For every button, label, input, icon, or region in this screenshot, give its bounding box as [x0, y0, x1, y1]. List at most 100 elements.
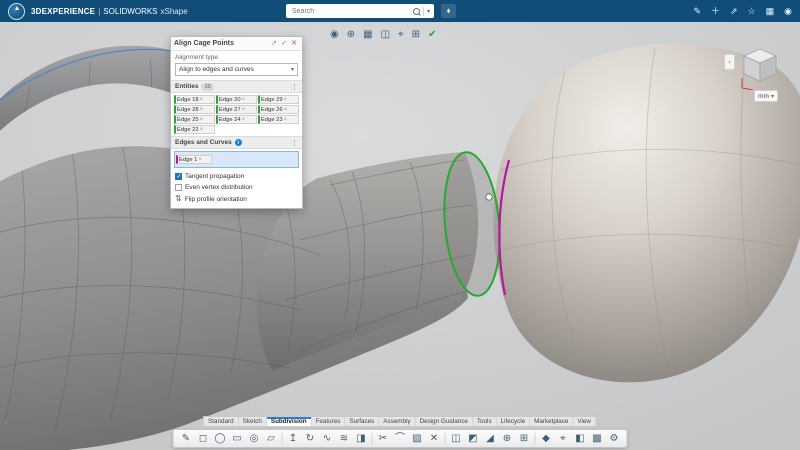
render-style-icon[interactable]: ⊕: [347, 30, 355, 40]
ribbon-tab[interactable]: Subdivision: [266, 417, 312, 426]
ribbon-tab[interactable]: Sketch: [239, 417, 267, 426]
entity-chip[interactable]: Edge 20: [216, 95, 257, 104]
plane-primitive-tool[interactable]: ▱: [265, 432, 278, 445]
sketch-tool[interactable]: ✎: [180, 432, 193, 445]
3dexperience-compass-icon[interactable]: [8, 2, 25, 20]
entity-chip[interactable]: Edge 26: [258, 105, 299, 114]
revolve-tool[interactable]: ↻: [304, 432, 317, 445]
units-dropdown[interactable]: mm: [754, 90, 778, 102]
remove-chip-icon[interactable]: [199, 107, 204, 113]
split-face-tool[interactable]: ✂: [377, 432, 390, 445]
dialog-header[interactable]: Align Cage Points ↗ ✓ ✕: [171, 37, 302, 51]
tangent-propagation-checkbox[interactable]: [175, 173, 182, 180]
loft-tool[interactable]: ≋: [338, 432, 351, 445]
ribbon-tab[interactable]: Assembly: [379, 417, 416, 426]
view-target-icon[interactable]: ⌖: [398, 30, 404, 40]
fill-face-tool[interactable]: ▨: [411, 432, 424, 445]
remove-chip-icon[interactable]: [199, 97, 204, 103]
section-view-icon[interactable]: ◫: [381, 30, 390, 40]
ribbon-tab[interactable]: Tools: [473, 417, 497, 426]
edges-curves-selection-field[interactable]: Edge 1: [174, 151, 299, 168]
ribbon-tab[interactable]: Lifecycle: [497, 417, 531, 426]
ribbon-tab[interactable]: Surfaces: [345, 417, 380, 426]
even-vertex-checkbox[interactable]: [175, 184, 182, 191]
align-points-tool[interactable]: ◆: [540, 432, 553, 445]
axis-triad-icon: [741, 78, 754, 90]
entity-chip[interactable]: Edge 23: [258, 115, 299, 124]
ribbon-tab[interactable]: Standard: [204, 417, 239, 426]
entity-chip[interactable]: Edge 29: [258, 95, 299, 104]
display-grid-tool[interactable]: ▩: [591, 432, 604, 445]
apps-icon[interactable]: ▦: [766, 6, 775, 16]
brand-divider: |: [98, 6, 101, 16]
add-icon[interactable]: ＋: [711, 6, 720, 16]
entity-chip[interactable]: Edge 28: [174, 105, 215, 114]
user-icon[interactable]: ◉: [784, 6, 792, 16]
alignment-type-dropdown[interactable]: Align to edges and curves: [175, 63, 298, 76]
thicken-tool[interactable]: ◨: [355, 432, 368, 445]
remove-chip-icon[interactable]: [283, 117, 288, 123]
display-grid-icon[interactable]: ▦: [363, 30, 372, 40]
kebab-menu-icon[interactable]: [291, 139, 298, 147]
cancel-button[interactable]: ✕: [289, 37, 299, 50]
bridge-tool[interactable]: ⌒: [394, 432, 407, 445]
tag-button[interactable]: ⬧: [441, 4, 456, 18]
vertex-handle[interactable]: [485, 193, 493, 201]
confirm-button[interactable]: ✓: [279, 37, 289, 50]
ribbon-tab[interactable]: View: [573, 417, 596, 426]
mirror-tool[interactable]: ◩: [467, 432, 480, 445]
settings-tool[interactable]: ⚙: [608, 432, 621, 445]
delete-face-tool[interactable]: ✕: [428, 432, 441, 445]
remove-chip-icon[interactable]: [241, 97, 246, 103]
visibility-icon[interactable]: ◉: [330, 30, 339, 40]
entity-chip[interactable]: Edge 18: [174, 95, 215, 104]
entity-chip[interactable]: Edge 22: [174, 125, 215, 134]
snap-icon[interactable]: ⊞: [412, 30, 420, 40]
section-tool[interactable]: ◧: [574, 432, 587, 445]
edge-target-chip[interactable]: Edge 1: [176, 155, 212, 164]
ribbon-tab[interactable]: Marketplace: [530, 417, 574, 426]
flip-orientation-icon[interactable]: ⇅: [175, 195, 182, 203]
torus-primitive-tool[interactable]: ◎: [248, 432, 261, 445]
kebab-menu-icon[interactable]: [291, 83, 298, 91]
weld-points-tool[interactable]: ⊕: [501, 432, 514, 445]
sphere-primitive-tool[interactable]: ◯: [214, 432, 227, 445]
cylinder-primitive-tool[interactable]: ▭: [231, 432, 244, 445]
entity-chip[interactable]: Edge 27: [216, 105, 257, 114]
info-icon[interactable]: i: [234, 139, 242, 146]
popout-icon[interactable]: ↗: [269, 37, 279, 50]
remove-chip-icon[interactable]: [241, 107, 246, 113]
entity-chip[interactable]: Edge 25: [174, 115, 215, 124]
3d-viewport[interactable]: [0, 0, 800, 450]
ribbon-tab[interactable]: Design Guidance: [416, 417, 473, 426]
remove-chip-icon[interactable]: [197, 157, 202, 163]
ribbon-tab[interactable]: Features: [312, 417, 346, 426]
sweep-tool[interactable]: ∿: [321, 432, 334, 445]
extrude-tool[interactable]: ↥: [287, 432, 300, 445]
remove-chip-icon[interactable]: [199, 117, 204, 123]
search-bar[interactable]: ▾: [286, 4, 434, 18]
share-icon[interactable]: ⇗: [730, 6, 738, 16]
measure-tool[interactable]: ⌖: [557, 432, 570, 445]
tangent-propagation-row[interactable]: Tangent propagation: [171, 171, 302, 182]
crease-edge-tool[interactable]: ◢: [484, 432, 497, 445]
search-scope-chevron-icon[interactable]: ▾: [427, 8, 430, 15]
entity-chip[interactable]: Edge 24: [216, 115, 257, 124]
alignment-type-value: Align to edges and curves: [179, 66, 254, 73]
update-icon[interactable]: ✔: [428, 30, 436, 40]
remove-chip-icon[interactable]: [283, 107, 288, 113]
subdivide-tool[interactable]: ⊞: [518, 432, 531, 445]
view-cube[interactable]: [738, 42, 782, 90]
search-icon[interactable]: [412, 7, 420, 15]
flip-profile-row[interactable]: ⇅ Flip profile orientation: [171, 193, 302, 208]
favorites-icon[interactable]: ☆: [748, 6, 756, 16]
remove-chip-icon[interactable]: [283, 97, 288, 103]
search-input[interactable]: [290, 6, 410, 16]
symmetry-tool[interactable]: ◫: [450, 432, 463, 445]
even-vertex-row[interactable]: Even vertex distribution: [171, 182, 302, 193]
remove-chip-icon[interactable]: [241, 117, 246, 123]
cube-collapse-chevron[interactable]: ‹: [724, 54, 735, 70]
remove-chip-icon[interactable]: [199, 127, 204, 133]
box-primitive-tool[interactable]: ◻: [197, 432, 210, 445]
edit-icon[interactable]: ✎: [693, 6, 701, 16]
